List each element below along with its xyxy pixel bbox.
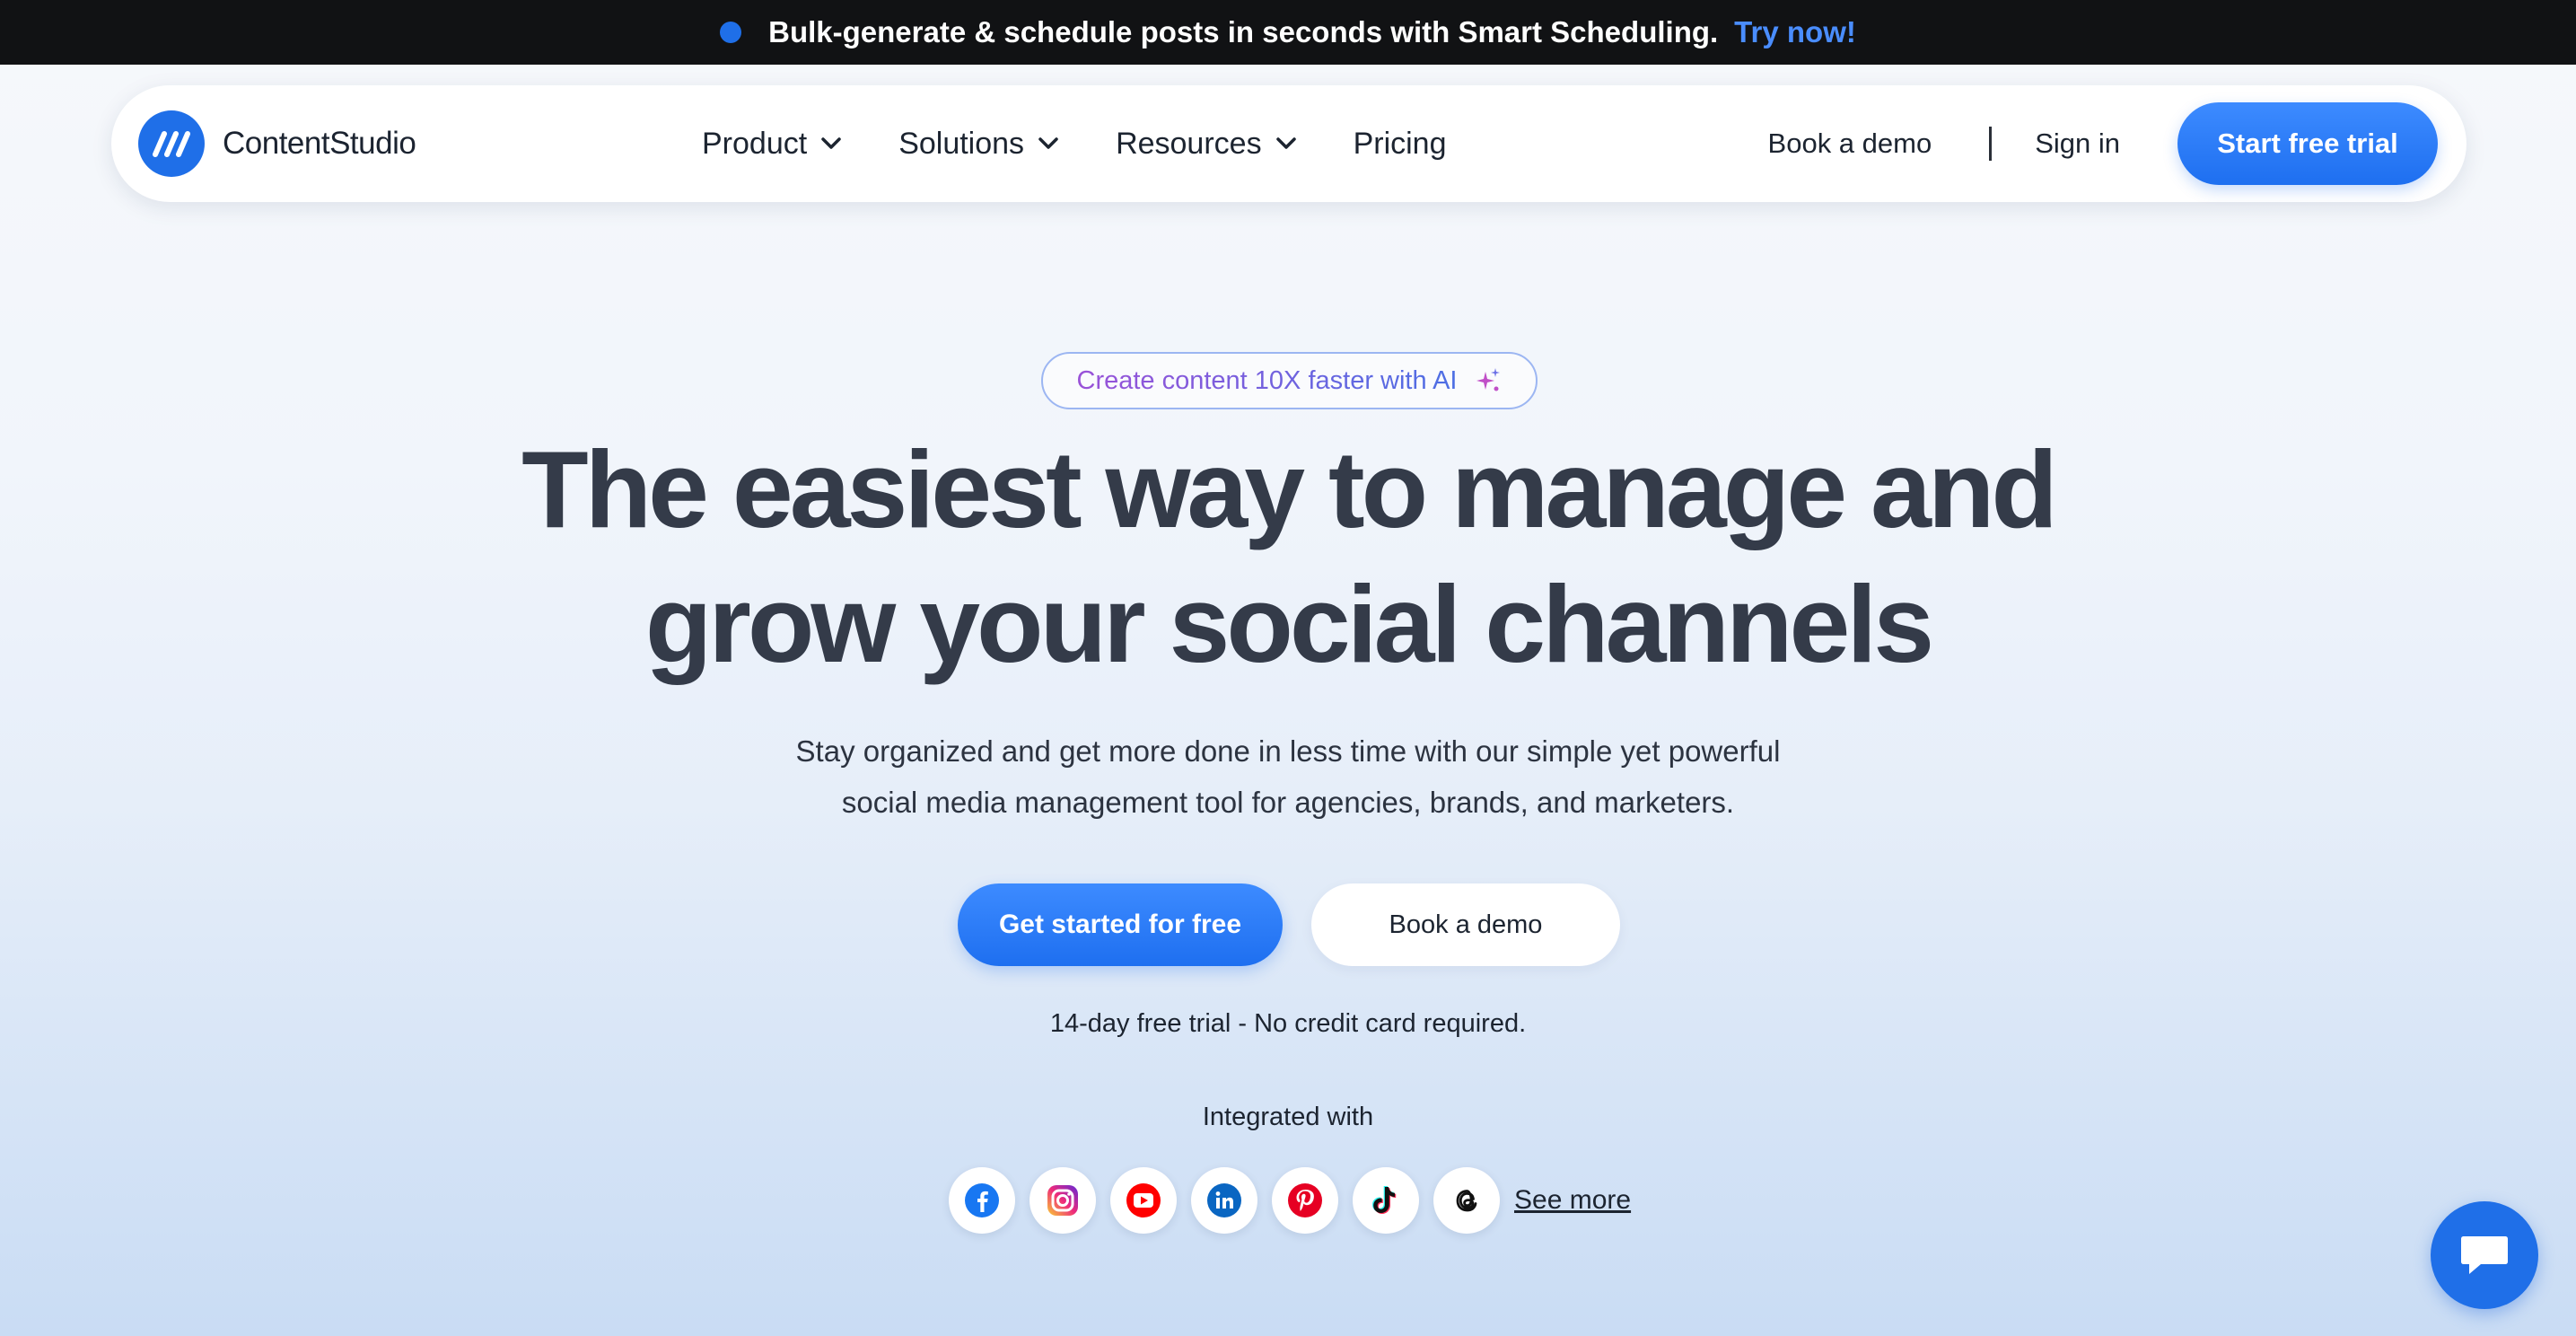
menu-item-label: Resources — [1116, 126, 1262, 161]
youtube-icon[interactable] — [1110, 1167, 1177, 1234]
linkedin-icon[interactable] — [1191, 1167, 1257, 1234]
chat-widget-button[interactable] — [2431, 1201, 2538, 1309]
menu-item-product[interactable]: Product — [702, 127, 841, 162]
hero-subtext: Stay organized and get more done in less… — [0, 725, 2576, 828]
announcement-bar: Bulk-generate & schedule posts in second… — [0, 0, 2576, 65]
brand-name: ContentStudio — [223, 126, 416, 161]
hero-headline: The easiest way to manage and grow your … — [0, 422, 2576, 691]
trial-note: 14-day free trial - No credit card requi… — [1049, 1009, 1527, 1038]
chevron-down-icon — [1038, 137, 1058, 149]
tiktok-icon[interactable] — [1353, 1167, 1419, 1234]
see-more-link[interactable]: See more — [1514, 1185, 1631, 1216]
hero-subtext-line: Stay organized and get more done in less… — [795, 734, 1781, 768]
sparkle-icon — [1476, 368, 1501, 391]
chevron-down-icon — [821, 137, 841, 149]
hero-subtext-line: social media management tool for agencie… — [841, 786, 1735, 819]
menu-item-solutions[interactable]: Solutions — [898, 127, 1058, 162]
start-free-trial-button[interactable]: Start free trial — [2177, 102, 2438, 185]
pinterest-icon[interactable] — [1272, 1167, 1338, 1234]
chat-icon — [2461, 1236, 2508, 1274]
nav-divider — [1989, 127, 1993, 161]
ai-badge-label: Create content 10X faster with AI — [1076, 365, 1458, 395]
main-menu: Product Solutions Resources Pricing — [702, 85, 1504, 202]
hero-headline-line: The easiest way to manage and — [521, 428, 2058, 550]
navbar: ContentStudio Product Solutions Resource… — [111, 85, 2466, 202]
ai-badge[interactable]: Create content 10X faster with AI — [1041, 352, 1538, 409]
book-demo-button[interactable]: Book a demo — [1311, 883, 1620, 966]
menu-item-pricing[interactable]: Pricing — [1354, 127, 1447, 162]
brand-logo[interactable]: ContentStudio — [138, 110, 416, 177]
announcement-try-now-link[interactable]: Try now! — [1734, 15, 1856, 49]
nav-actions: Book a demo Sign in Start free trial — [1768, 85, 2438, 202]
threads-icon[interactable] — [1433, 1167, 1500, 1234]
instagram-icon[interactable] — [1030, 1167, 1096, 1234]
hero-headline-line: grow your social channels — [644, 563, 1934, 685]
contentstudio-logo-icon — [138, 110, 205, 177]
menu-item-label: Product — [702, 126, 808, 161]
integrated-with-label: Integrated with — [1202, 1103, 1374, 1131]
get-started-button[interactable]: Get started for free — [958, 883, 1283, 966]
integrations-row: See more — [949, 1167, 1631, 1234]
announcement-dot-icon — [720, 22, 742, 43]
nav-book-demo-link[interactable]: Book a demo — [1768, 127, 1932, 160]
nav-sign-in-link[interactable]: Sign in — [2035, 127, 2120, 160]
facebook-icon[interactable] — [949, 1167, 1015, 1234]
chevron-down-icon — [1275, 137, 1296, 149]
menu-item-label: Pricing — [1353, 126, 1447, 161]
menu-item-label: Solutions — [898, 126, 1025, 161]
menu-item-resources[interactable]: Resources — [1116, 127, 1296, 162]
announcement-text: Bulk-generate & schedule posts in second… — [768, 15, 1719, 48]
